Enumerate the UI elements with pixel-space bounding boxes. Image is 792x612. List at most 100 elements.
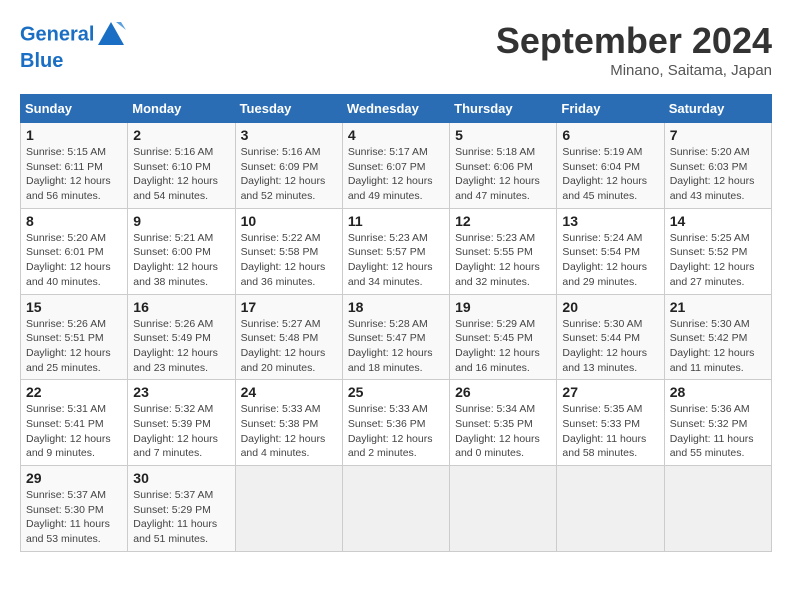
day-number: 26 [455,384,551,400]
day-info: Sunrise: 5:23 AMSunset: 5:57 PMDaylight:… [348,231,444,290]
calendar-cell: 23 Sunrise: 5:32 AMSunset: 5:39 PMDayligh… [128,380,235,466]
calendar-cell [450,466,557,552]
day-info: Sunrise: 5:16 AMSunset: 6:09 PMDaylight:… [241,145,337,204]
day-number: 7 [670,127,766,143]
col-header-saturday: Saturday [664,95,771,123]
location: Minano, Saitama, Japan [496,62,772,79]
calendar-cell: 27 Sunrise: 5:35 AMSunset: 5:33 PMDayligh… [557,380,664,466]
calendar-cell: 21Sunrise: 5:30 AMSunset: 5:42 PMDayligh… [664,294,771,380]
day-number: 2 [133,127,229,143]
day-number: 10 [241,213,337,229]
col-header-friday: Friday [557,95,664,123]
day-info: Sunrise: 5:19 AMSunset: 6:04 PMDaylight:… [562,145,658,204]
day-info: Sunrise: 5:32 AMSunset: 5:39 PMDaylight:… [133,402,229,461]
calendar-cell: 22 Sunrise: 5:31 AMSunset: 5:41 PMDayligh… [21,380,128,466]
day-info: Sunrise: 5:26 AMSunset: 5:49 PMDaylight:… [133,317,229,376]
day-number: 30 [133,470,229,486]
day-info: Sunrise: 5:30 AMSunset: 5:44 PMDaylight:… [562,317,658,376]
calendar-cell: 29 Sunrise: 5:37 AMSunset: 5:30 PMDayligh… [21,466,128,552]
day-number: 15 [26,299,122,315]
calendar-cell: 26 Sunrise: 5:34 AMSunset: 5:35 PMDayligh… [450,380,557,466]
day-number: 25 [348,384,444,400]
day-info: Sunrise: 5:23 AMSunset: 5:55 PMDaylight:… [455,231,551,290]
day-info: Sunrise: 5:33 AMSunset: 5:36 PMDaylight:… [348,402,444,461]
day-info: Sunrise: 5:21 AMSunset: 6:00 PMDaylight:… [133,231,229,290]
calendar-cell: 25 Sunrise: 5:33 AMSunset: 5:36 PMDayligh… [342,380,449,466]
day-number: 20 [562,299,658,315]
day-info: Sunrise: 5:24 AMSunset: 5:54 PMDaylight:… [562,231,658,290]
col-header-thursday: Thursday [450,95,557,123]
calendar-cell: 18 Sunrise: 5:28 AMSunset: 5:47 PMDayligh… [342,294,449,380]
calendar-cell: 2 Sunrise: 5:16 AMSunset: 6:10 PMDaylight… [128,123,235,209]
logo: General Blue [20,20,128,72]
calendar-cell: 16 Sunrise: 5:26 AMSunset: 5:49 PMDayligh… [128,294,235,380]
calendar-cell: 8 Sunrise: 5:20 AMSunset: 6:01 PMDaylight… [21,208,128,294]
calendar-cell: 10 Sunrise: 5:22 AMSunset: 5:58 PMDayligh… [235,208,342,294]
month-title: September 2024 [496,20,772,62]
calendar-cell: 9 Sunrise: 5:21 AMSunset: 6:00 PMDaylight… [128,208,235,294]
day-info: Sunrise: 5:20 AMSunset: 6:01 PMDaylight:… [26,231,122,290]
calendar-cell: 24Sunrise: 5:33 AMSunset: 5:38 PMDayligh… [235,380,342,466]
day-info: Sunrise: 5:16 AMSunset: 6:10 PMDaylight:… [133,145,229,204]
day-number: 28 [670,384,766,400]
day-info: Sunrise: 5:31 AMSunset: 5:41 PMDaylight:… [26,402,122,461]
day-number: 24 [241,384,337,400]
calendar-cell: 14 Sunrise: 5:25 AMSunset: 5:52 PMDayligh… [664,208,771,294]
day-info: Sunrise: 5:29 AMSunset: 5:45 PMDaylight:… [455,317,551,376]
calendar-cell [664,466,771,552]
col-header-tuesday: Tuesday [235,95,342,123]
day-info: Sunrise: 5:36 AMSunset: 5:32 PMDaylight:… [670,402,766,461]
day-number: 8 [26,213,122,229]
day-number: 23 [133,384,229,400]
day-number: 27 [562,384,658,400]
day-info: Sunrise: 5:37 AMSunset: 5:30 PMDaylight:… [26,488,122,547]
calendar-cell: 7 Sunrise: 5:20 AMSunset: 6:03 PMDaylight… [664,123,771,209]
calendar-cell [342,466,449,552]
day-number: 29 [26,470,122,486]
calendar-cell: 4 Sunrise: 5:17 AMSunset: 6:07 PMDaylight… [342,123,449,209]
calendar-cell: 15 Sunrise: 5:26 AMSunset: 5:51 PMDayligh… [21,294,128,380]
day-info: Sunrise: 5:34 AMSunset: 5:35 PMDaylight:… [455,402,551,461]
day-info: Sunrise: 5:20 AMSunset: 6:03 PMDaylight:… [670,145,766,204]
day-info: Sunrise: 5:25 AMSunset: 5:52 PMDaylight:… [670,231,766,290]
day-number: 6 [562,127,658,143]
day-info: Sunrise: 5:28 AMSunset: 5:47 PMDaylight:… [348,317,444,376]
calendar-cell [557,466,664,552]
calendar-cell: 17 Sunrise: 5:27 AMSunset: 5:48 PMDayligh… [235,294,342,380]
day-number: 18 [348,299,444,315]
col-header-sunday: Sunday [21,95,128,123]
calendar-table: SundayMondayTuesdayWednesdayThursdayFrid… [20,94,772,552]
calendar-cell: 28 Sunrise: 5:36 AMSunset: 5:32 PMDayligh… [664,380,771,466]
logo-text: General [20,20,128,50]
col-header-wednesday: Wednesday [342,95,449,123]
title-block: September 2024 Minano, Saitama, Japan [496,20,772,79]
day-number: 9 [133,213,229,229]
day-info: Sunrise: 5:17 AMSunset: 6:07 PMDaylight:… [348,145,444,204]
day-info: Sunrise: 5:26 AMSunset: 5:51 PMDaylight:… [26,317,122,376]
calendar-cell: 3 Sunrise: 5:16 AMSunset: 6:09 PMDaylight… [235,123,342,209]
day-number: 22 [26,384,122,400]
calendar-cell: 6 Sunrise: 5:19 AMSunset: 6:04 PMDaylight… [557,123,664,209]
calendar-cell: 20 Sunrise: 5:30 AMSunset: 5:44 PMDayligh… [557,294,664,380]
day-info: Sunrise: 5:30 AMSunset: 5:42 PMDaylight:… [670,317,766,376]
day-number: 5 [455,127,551,143]
day-number: 16 [133,299,229,315]
day-info: Sunrise: 5:37 AMSunset: 5:29 PMDaylight:… [133,488,229,547]
calendar-cell: 19Sunrise: 5:29 AMSunset: 5:45 PMDayligh… [450,294,557,380]
day-number: 3 [241,127,337,143]
day-number: 17 [241,299,337,315]
calendar-cell: 5Sunrise: 5:18 AMSunset: 6:06 PMDaylight… [450,123,557,209]
day-number: 4 [348,127,444,143]
day-number: 14 [670,213,766,229]
day-info: Sunrise: 5:22 AMSunset: 5:58 PMDaylight:… [241,231,337,290]
col-header-monday: Monday [128,95,235,123]
calendar-cell: 1 Sunrise: 5:15 AMSunset: 6:11 PMDaylight… [21,123,128,209]
calendar-cell [235,466,342,552]
calendar-cell: 13Sunrise: 5:24 AMSunset: 5:54 PMDayligh… [557,208,664,294]
day-number: 1 [26,127,122,143]
day-number: 11 [348,213,444,229]
day-number: 12 [455,213,551,229]
day-info: Sunrise: 5:15 AMSunset: 6:11 PMDaylight:… [26,145,122,204]
day-info: Sunrise: 5:27 AMSunset: 5:48 PMDaylight:… [241,317,337,376]
day-info: Sunrise: 5:35 AMSunset: 5:33 PMDaylight:… [562,402,658,461]
